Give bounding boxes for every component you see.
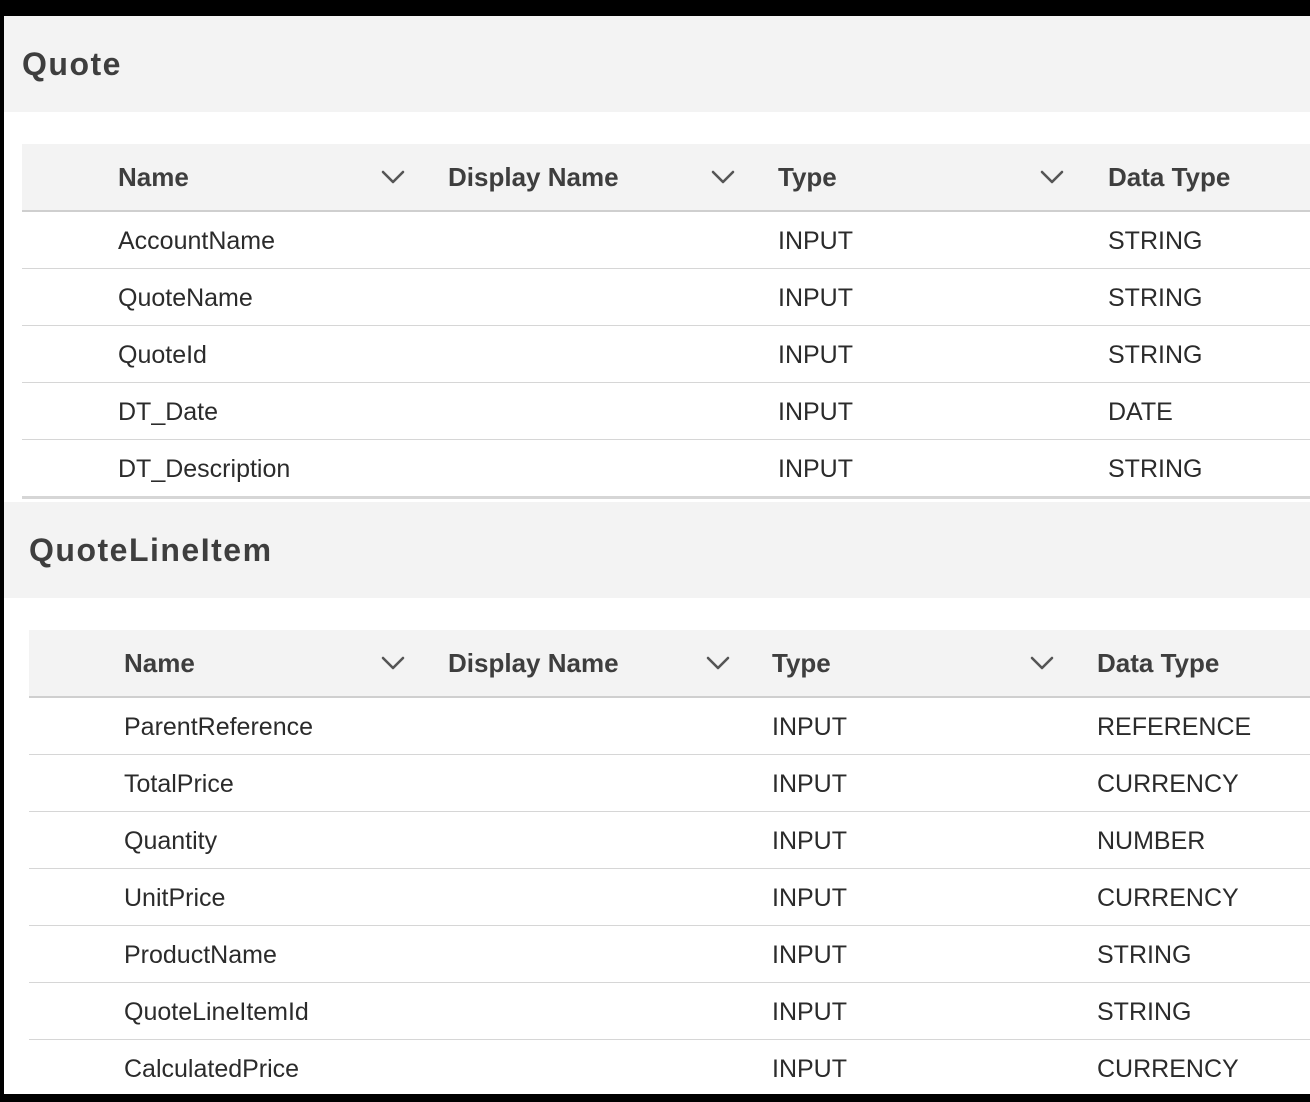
table-header: Name Display Name Type Data Type [29,630,1310,698]
cell-data-type: DATE [1108,398,1173,426]
cell-data-type: STRING [1108,341,1203,369]
cell-data-type: STRING [1108,284,1203,312]
column-header-display-name[interactable]: Display Name [448,630,619,696]
cell-type: INPUT [778,341,853,369]
table-header: Name Display Name Type Data Type [22,144,1310,212]
column-header-display-name[interactable]: Display Name [448,144,619,210]
section-title: Quote [22,46,122,82]
table-row[interactable]: TotalPrice INPUT CURRENCY [29,755,1310,812]
table-row[interactable]: UnitPrice INPUT CURRENCY [29,869,1310,926]
fields-table-quote: Name Display Name Type Data Type Account… [22,144,1310,499]
cell-name: QuoteName [118,284,253,312]
cell-data-type: CURRENCY [1097,884,1239,912]
cell-type: INPUT [772,827,847,855]
cell-name: QuoteLineItemId [124,998,309,1026]
cell-type: INPUT [778,398,853,426]
section-title: QuoteLineItem [29,532,273,568]
column-header-type[interactable]: Type [772,630,831,696]
column-header-data-type[interactable]: Data Type [1097,630,1219,696]
column-header-name[interactable]: Name [118,144,189,210]
cell-name: DT_Description [118,455,291,483]
cell-data-type: STRING [1108,227,1203,255]
cell-name: TotalPrice [124,770,234,798]
chevron-down-icon[interactable] [705,652,731,674]
cell-type: INPUT [772,941,847,969]
cell-type: INPUT [772,1055,847,1083]
cell-name: UnitPrice [124,884,226,912]
table-row[interactable]: QuoteId INPUT STRING [22,326,1310,383]
cell-name: Quantity [124,827,218,855]
table-row[interactable]: ProductName INPUT STRING [29,926,1310,983]
object-fields-panel: Quote Name Display Name Type Data Type A… [4,16,1310,1094]
cell-data-type: CURRENCY [1097,770,1239,798]
cell-name: AccountName [118,227,276,255]
table-row[interactable]: CalculatedPrice INPUT CURRENCY [29,1040,1310,1094]
table-row[interactable]: DT_Date INPUT DATE [22,383,1310,440]
cell-data-type: STRING [1108,455,1203,483]
cell-name: DT_Date [118,398,219,426]
table-row[interactable]: QuoteLineItemId INPUT STRING [29,983,1310,1040]
cell-data-type: STRING [1097,941,1192,969]
cell-type: INPUT [772,713,847,741]
cell-type: INPUT [778,284,853,312]
cell-name: CalculatedPrice [124,1055,300,1083]
table-row[interactable]: AccountName INPUT STRING [22,212,1310,269]
cell-data-type: NUMBER [1097,827,1206,855]
cell-type: INPUT [772,998,847,1026]
section-header-quote: Quote [4,16,1310,112]
table-row[interactable]: QuoteName INPUT STRING [22,269,1310,326]
chevron-down-icon[interactable] [1029,652,1055,674]
column-header-data-type[interactable]: Data Type [1108,144,1230,210]
table-row[interactable]: ParentReference INPUT REFERENCE [29,698,1310,755]
cell-type: INPUT [772,884,847,912]
column-header-type[interactable]: Type [778,144,837,210]
column-header-name[interactable]: Name [124,630,195,696]
cell-data-type: STRING [1097,998,1192,1026]
cell-name: ProductName [124,941,277,969]
cell-name: QuoteId [118,341,207,369]
table-row[interactable]: DT_Description INPUT STRING [22,440,1310,499]
section-header-quotelineitem: QuoteLineItem [4,502,1310,598]
cell-data-type: REFERENCE [1097,713,1252,741]
cell-name: ParentReference [124,713,314,741]
chevron-down-icon[interactable] [710,166,736,188]
chevron-down-icon[interactable] [380,166,406,188]
cell-data-type: CURRENCY [1097,1055,1239,1083]
cell-type: INPUT [778,455,853,483]
cell-type: INPUT [778,227,853,255]
cell-type: INPUT [772,770,847,798]
table-row[interactable]: Quantity INPUT NUMBER [29,812,1310,869]
chevron-down-icon[interactable] [380,652,406,674]
fields-table-quotelineitem: Name Display Name Type Data Type ParentR… [29,630,1310,1094]
chevron-down-icon[interactable] [1039,166,1065,188]
